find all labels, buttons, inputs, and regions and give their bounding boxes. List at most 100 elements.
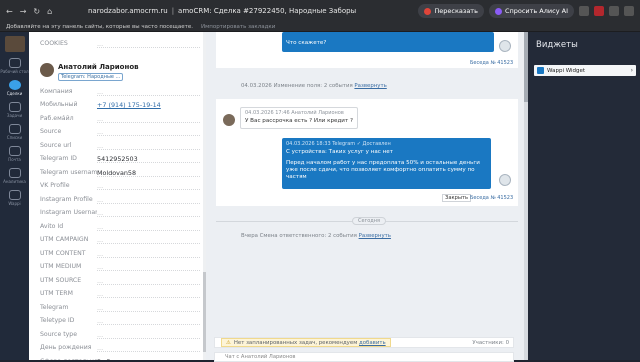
field-row: Source url...: [40, 139, 200, 152]
wappi-widget[interactable]: Wappi Widget ›: [534, 65, 636, 76]
message-text: С устройства: Таких услуг у нас нет: [286, 149, 393, 155]
field-label: COOKIES: [40, 40, 68, 47]
field-value[interactable]: ...: [97, 290, 200, 298]
field-label: Source: [40, 128, 62, 135]
extension-w-icon[interactable]: [594, 6, 604, 16]
field-value[interactable]: Moldovan58: [97, 169, 200, 177]
field-value[interactable]: ...: [97, 263, 200, 271]
field-value[interactable]: ...: [97, 128, 200, 136]
lists-icon: [8, 124, 21, 134]
field-row: UTM SOURCE...: [40, 274, 200, 287]
task-bar: ⚠ Нет запланированных задач, рекомендуем …: [214, 337, 514, 348]
user-avatar[interactable]: [4, 36, 25, 52]
field-row: Avito Id...: [40, 220, 200, 233]
nav-wappi[interactable]: Wappi: [0, 190, 29, 206]
nav-label: Сделки: [6, 91, 23, 96]
field-row: UTM TERM...: [40, 287, 200, 300]
outgoing-message-2: 04.03.2026 18:33 Telegram ✓ Доставлен С …: [282, 138, 491, 189]
delivered-icon: ✓: [356, 141, 361, 147]
downloads-icon[interactable]: [609, 6, 619, 16]
nav-lists[interactable]: Списки: [0, 124, 29, 140]
field-row: UTM MEDIUM...: [40, 260, 200, 273]
nav-label: Рабочий стол: [0, 69, 29, 74]
chevron-right-icon: ›: [630, 67, 633, 74]
field-label: Source type: [40, 331, 78, 338]
field-value[interactable]: 5412952503: [97, 155, 200, 163]
field-value[interactable]: ...: [97, 236, 200, 244]
wappi-widget-label: Wappi Widget: [547, 67, 586, 74]
retell-icon: [424, 7, 432, 15]
client-avatar: [223, 114, 235, 126]
field-row: Instagram Username...: [40, 206, 200, 219]
field-label: Telegram username: [40, 169, 97, 176]
contact-avatar: [40, 63, 54, 77]
nav-analytics[interactable]: Аналитика: [0, 168, 29, 184]
field-label: Avito Id: [40, 223, 64, 230]
close-button[interactable]: Закрыть: [442, 194, 472, 202]
nav-dashboard[interactable]: Рабочий стол: [0, 58, 29, 74]
field-value[interactable]: ...: [97, 182, 200, 190]
field-value[interactable]: ...: [97, 40, 200, 48]
retell-button[interactable]: Пересказать: [418, 4, 484, 18]
field-row: День рождения...: [40, 341, 200, 354]
nav-mail[interactable]: Почта: [0, 146, 29, 162]
bookmarks-bar: Добавляйте на эту панель сайты, которые …: [0, 22, 640, 32]
menu-icon[interactable]: [624, 6, 634, 16]
home-icon[interactable]: ⌂: [47, 7, 52, 16]
field-row: UTM CONTENT...: [40, 247, 200, 260]
field-value[interactable]: ...: [97, 331, 200, 339]
deals-icon: [8, 80, 21, 90]
field-row: Instagram Profile...: [40, 193, 200, 206]
field-row: Source...: [40, 125, 200, 138]
field-value[interactable]: ...: [97, 304, 200, 312]
incoming-message: 04.03.2026 17:46 Анатолий Ларионов У Вас…: [240, 107, 358, 129]
back-icon[interactable]: ←: [6, 7, 13, 16]
nav-deals[interactable]: Сделки: [0, 80, 29, 96]
message-text: Перед началом работ у нас предоплата 50%…: [286, 160, 480, 180]
today-divider: Сегодня: [352, 217, 386, 225]
widgets-title: Виджеты: [536, 40, 578, 50]
retell-label: Пересказать: [434, 7, 478, 15]
field-row: Мобильный +7 (914) 175-19-14: [40, 98, 200, 111]
conversation-link[interactable]: Беседа № 41523: [470, 60, 513, 66]
warning-icon: ⚠: [226, 339, 231, 346]
no-tasks-warning: ⚠ Нет запланированных задач, рекомендуем …: [221, 338, 391, 347]
ask-alice-button[interactable]: Спросить Алису AI: [488, 4, 574, 18]
extension-icon[interactable]: [579, 6, 589, 16]
conversation-link[interactable]: Беседа № 41523: [470, 195, 513, 201]
alice-icon: [494, 7, 502, 15]
import-bookmarks-link[interactable]: Импортировать закладки: [201, 24, 275, 30]
reload-icon[interactable]: ↻: [33, 7, 40, 16]
nav-tasks[interactable]: Задачи: [0, 102, 29, 118]
url-host: narodzabor.amocrm.ru: [88, 7, 168, 15]
field-value[interactable]: ...: [97, 344, 200, 352]
field-value[interactable]: ...: [97, 142, 200, 150]
field-value[interactable]: ...: [97, 277, 200, 285]
field-row: Раб.ема́йл...: [40, 112, 200, 125]
field-value[interactable]: +7 (914) 175-19-14: [97, 101, 200, 109]
field-value[interactable]: ...: [97, 250, 200, 258]
field-label: Source url: [40, 142, 72, 149]
field-value[interactable]: ...: [97, 196, 200, 204]
field-value[interactable]: ...: [97, 317, 200, 325]
expand-link[interactable]: Развернуть: [359, 233, 391, 239]
expand-link[interactable]: Развернуть: [354, 83, 386, 89]
field-value[interactable]: ...: [97, 115, 200, 123]
browser-toolbar: ← → ↻ ⌂ narodzabor.amocrm.ru | amoCRM: Сде…: [0, 0, 640, 22]
field-value[interactable]: ...: [97, 223, 200, 231]
dashboard-icon: [8, 58, 21, 68]
chat-input-area[interactable]: Чат с Анатолий Ларионов: [214, 352, 514, 362]
add-task-link[interactable]: добавить: [359, 340, 386, 346]
participants-count[interactable]: Участники: 0: [472, 340, 513, 346]
delivery-status: Доставлен: [362, 141, 391, 147]
wappi-icon: [8, 190, 21, 200]
field-value[interactable]: ...: [97, 209, 200, 217]
address-bar[interactable]: narodzabor.amocrm.ru | amoCRM: Сделка #279…: [88, 7, 356, 15]
field-row: Сфера деятельностиВыбрать: [40, 355, 200, 361]
forward-icon[interactable]: →: [20, 7, 27, 16]
meta-text: 04.03.2026 18:33 Telegram: [286, 141, 356, 147]
contact-tag[interactable]: Telegram: Народные ...: [58, 73, 124, 81]
field-value[interactable]: ...: [97, 88, 200, 96]
warning-text: Нет запланированных задач, рекомендуем: [233, 339, 358, 346]
contact-name[interactable]: Анатолий Ларионов: [58, 63, 139, 71]
